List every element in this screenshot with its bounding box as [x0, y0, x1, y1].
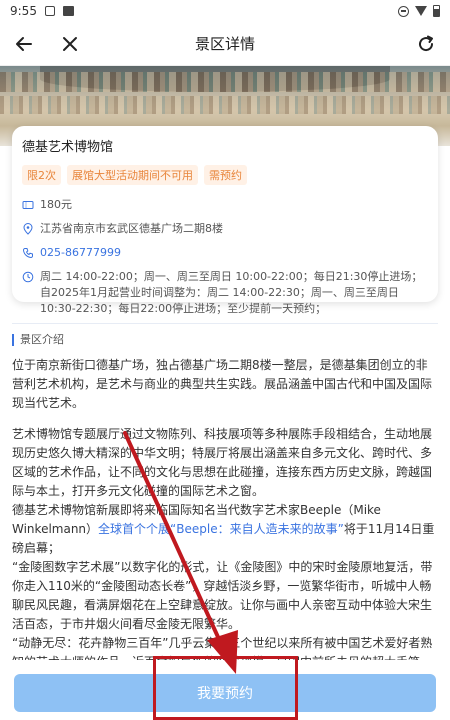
venue-name: 德基艺术博物馆 — [22, 140, 114, 155]
battery-icon — [433, 5, 440, 17]
hours-row: 周二 14:00-22:00；周一、周三至周日 10:00-22:00；每日21… — [22, 269, 428, 317]
phone-row[interactable]: 025-86777999 — [22, 245, 428, 261]
arrow-left-icon — [16, 36, 32, 51]
banner-pattern-top — [0, 72, 450, 92]
status-left: 9:55 — [10, 4, 74, 18]
phone-icon — [22, 248, 33, 259]
clock-icon — [22, 271, 34, 283]
close-icon — [63, 36, 77, 51]
wifi-icon — [415, 6, 427, 16]
do-not-disturb-icon — [398, 5, 409, 17]
intro-paragraph-1: 位于南京新街口德基广场，独占德基广场二期8楼一整层，是德基集团创立的非营利艺术机… — [12, 358, 433, 410]
tag-reservation: 需预约 — [204, 165, 247, 185]
bottom-action-bar: 我要预约 — [0, 660, 450, 720]
section-divider — [12, 323, 438, 324]
venue-tags: 限2次 展馆大型活动期间不可用 需预约 — [22, 165, 428, 185]
phone-link[interactable]: 025-86777999 — [40, 245, 121, 261]
banner-pattern-bottom — [0, 96, 450, 114]
back-button[interactable] — [12, 32, 36, 56]
intro-paragraph-4: “金陵图数字艺术展”以数字化的形式，让《金陵图》中的宋时金陵原地复活，带你走入1… — [12, 560, 433, 631]
intro-text: 位于南京新街口德基广场，独占德基广场二期8楼一整层，是德基集团创立的非营利艺术机… — [12, 356, 438, 672]
hours-text: 周二 14:00-22:00；周一、周三至周日 10:00-22:00；每日21… — [40, 270, 423, 315]
intro-paragraph-2: 艺术博物馆专题展厅通过文物陈列、科技展项等多种展陈手段相结合，生动地展现历史悠久… — [12, 427, 433, 498]
intro-paragraph-3: 德基艺术博物馆新展即将来临国际知名当代数字艺术家Beeple（Mike Wink… — [12, 501, 438, 558]
image-notification-icon — [62, 6, 74, 16]
status-time: 9:55 — [10, 4, 37, 18]
refresh-button[interactable] — [414, 32, 438, 56]
price-text: 180元 — [40, 198, 72, 211]
ticket-icon — [22, 201, 34, 209]
location-pin-icon — [23, 223, 33, 235]
close-button[interactable] — [58, 32, 82, 56]
address-text: 江苏省南京市玄武区德基广场二期8楼 — [40, 222, 223, 235]
section-title: 景区介绍 — [12, 334, 64, 346]
beeple-exhibition-link[interactable]: 全球首个个展“Beeple：来自人造未来的故事” — [98, 522, 344, 536]
tag-limit: 限2次 — [22, 165, 61, 185]
header-left — [12, 32, 82, 56]
tag-event-restriction: 展馆大型活动期间不可用 — [67, 165, 198, 185]
address-row[interactable]: 江苏省南京市玄武区德基广场二期8楼 — [22, 221, 428, 237]
book-button[interactable]: 我要预约 — [14, 674, 436, 712]
price-row: 180元 — [22, 197, 428, 213]
app-header: 景区详情 — [0, 22, 450, 66]
venue-info-card: 德基艺术博物馆 限2次 展馆大型活动期间不可用 需预约 180元 江苏省南京市玄… — [12, 126, 438, 315]
notification-icon — [44, 6, 55, 16]
status-bar: 9:55 — [0, 0, 450, 22]
refresh-icon — [419, 35, 434, 51]
status-right — [398, 5, 440, 17]
